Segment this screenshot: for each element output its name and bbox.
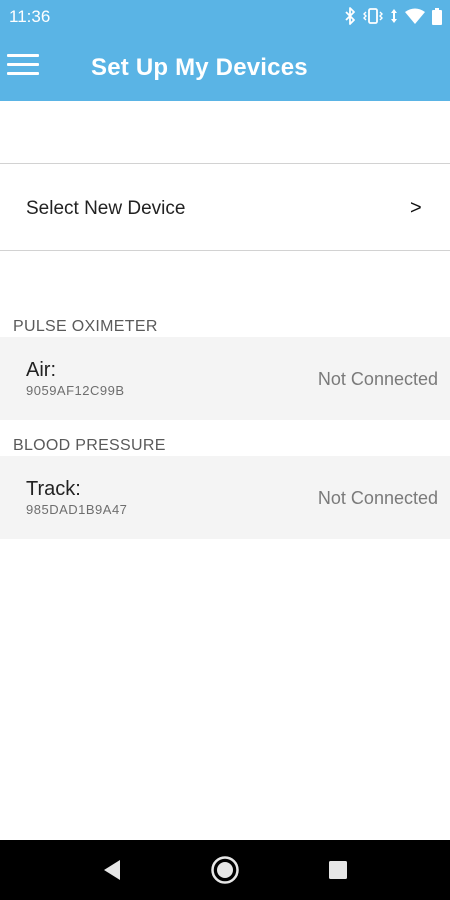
bluetooth-icon (345, 7, 356, 25)
page-title: Set Up My Devices (91, 54, 308, 81)
battery-icon (432, 7, 442, 25)
status-time: 11:36 (9, 7, 51, 26)
data-arrows-icon (390, 8, 398, 24)
select-new-device-label: Select New Device (26, 198, 186, 219)
status-icons (345, 6, 442, 26)
navigation-bar (0, 840, 450, 900)
connection-status: Not Connected (317, 369, 438, 389)
home-icon[interactable] (209, 854, 241, 886)
menu-line (7, 72, 39, 75)
select-new-device-button[interactable]: Select New Device > (0, 164, 450, 250)
section-header-blood-pressure: BLOOD PRESSURE (13, 437, 166, 454)
connection-status: Not Connected (317, 488, 438, 508)
device-row-air[interactable]: Air: 9059AF12C99B Not Connected (0, 337, 450, 420)
toolbar: Set Up My Devices (0, 32, 450, 101)
wifi-icon (405, 8, 425, 24)
device-name: Air: (26, 359, 56, 381)
section-header-pulse-oximeter: PULSE OXIMETER (13, 318, 158, 335)
back-icon[interactable] (96, 854, 128, 886)
vibrate-icon (363, 8, 383, 24)
device-id: 9059AF12C99B (26, 383, 125, 398)
device-name: Track: (26, 478, 81, 500)
divider (0, 250, 450, 251)
chevron-right-icon: > (410, 197, 422, 219)
menu-line (7, 63, 39, 66)
menu-line (7, 54, 39, 57)
hamburger-menu-icon[interactable] (5, 51, 41, 79)
recents-icon[interactable] (322, 854, 354, 886)
status-bar: 11:36 (0, 0, 450, 32)
device-row-track[interactable]: Track: 985DAD1B9A47 Not Connected (0, 456, 450, 539)
device-id: 985DAD1B9A47 (26, 502, 128, 517)
